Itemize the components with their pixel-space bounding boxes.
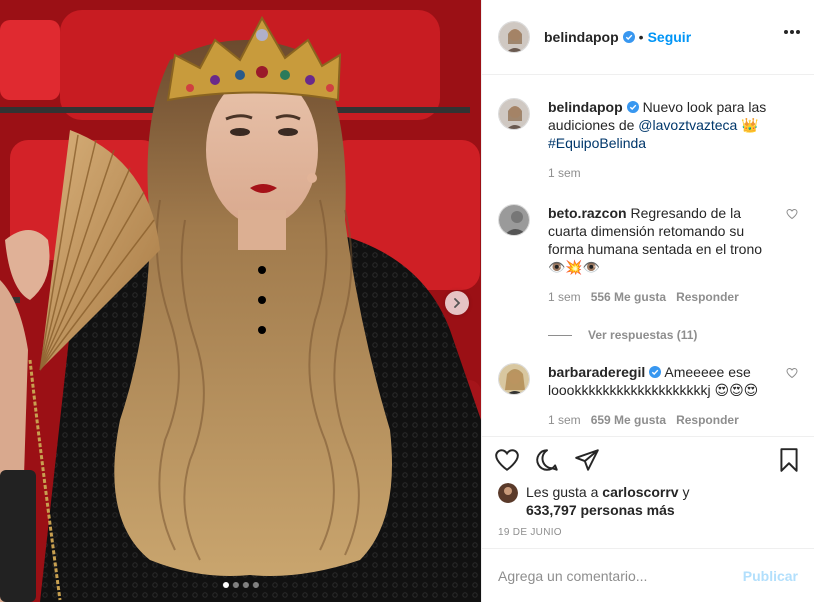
post-photo[interactable] — [0, 0, 481, 602]
add-comment-form: Publicar — [482, 548, 814, 602]
liker-avatar[interactable] — [498, 483, 518, 503]
likes-connector: y — [678, 484, 690, 500]
comment-likes[interactable]: 659 Me gusta — [591, 411, 666, 429]
comment-meta: 1 sem 659 Me gusta Responder — [548, 411, 778, 429]
caption-text: belindapop Nuevo look para las audicione… — [548, 98, 778, 152]
comment-username[interactable]: barbaraderegil — [548, 364, 645, 380]
post-header: belindapop • Seguir — [482, 0, 814, 75]
avatar-image — [499, 22, 529, 52]
publish-button[interactable]: Publicar — [743, 568, 798, 584]
author-avatar[interactable] — [498, 21, 530, 53]
caption-meta: 1 sem — [548, 164, 778, 182]
comment-likes[interactable]: 556 Me gusta — [591, 288, 666, 306]
likes-count[interactable]: 633,797 personas más — [526, 502, 675, 518]
post-actions-section: Les gusta a carloscorrv y 633,797 person… — [482, 436, 814, 538]
avatar-image — [499, 99, 529, 129]
follow-button[interactable]: Seguir — [648, 29, 692, 45]
carousel-dot — [222, 582, 229, 588]
comment-time[interactable]: 1 sem — [548, 411, 581, 429]
verified-badge-icon — [626, 101, 639, 113]
commenter-avatar[interactable] — [498, 363, 530, 395]
reply-button[interactable]: Responder — [676, 411, 739, 429]
dot — [790, 30, 794, 34]
instagram-post-modal: belindapop • Seguir belindapop Nuevo loo… — [0, 0, 814, 602]
view-replies-button[interactable]: Ver respuestas (11) — [548, 328, 697, 342]
caption-avatar[interactable] — [498, 98, 530, 130]
dot — [784, 30, 788, 34]
comment-meta: 1 sem 556 Me gusta Responder — [548, 288, 778, 306]
carousel-dot — [232, 582, 239, 588]
mention-link[interactable]: @lavoztvazteca — [638, 117, 737, 133]
action-bar — [482, 437, 814, 483]
comment-bubble-icon[interactable] — [534, 447, 560, 473]
view-replies-label: Ver respuestas (11) — [588, 328, 698, 342]
caption-emoji: 👑 — [741, 117, 759, 133]
comments-list: belindapop Nuevo look para las audicione… — [482, 76, 814, 436]
replies-divider-line — [548, 334, 572, 336]
caption-body: belindapop Nuevo look para las audicione… — [548, 98, 798, 182]
comment-input[interactable] — [498, 567, 743, 584]
carousel-indicator — [0, 582, 481, 588]
header-separator: • — [638, 29, 644, 45]
comment-item: barbaraderegil Ameeeee ese loookkkkkkkkk… — [498, 363, 798, 429]
carousel-dot — [242, 582, 249, 588]
caption-username[interactable]: belindapop — [548, 99, 623, 115]
avatar-image — [499, 364, 529, 394]
avatar-image — [499, 205, 529, 235]
reply-button[interactable]: Responder — [676, 288, 739, 306]
more-options-icon[interactable] — [784, 30, 800, 34]
like-heart-icon[interactable] — [494, 447, 520, 473]
share-paper-plane-icon[interactable] — [574, 447, 600, 473]
likes-summary: Les gusta a carloscorrv y 633,797 person… — [482, 483, 814, 519]
post-date[interactable]: 19 DE JUNIO — [482, 527, 814, 538]
chevron-right-icon — [454, 298, 461, 308]
caption-time[interactable]: 1 sem — [548, 164, 581, 182]
post-side-panel: belindapop • Seguir belindapop Nuevo loo… — [481, 0, 814, 602]
comment-username[interactable]: beto.razcon — [548, 205, 627, 221]
caption-item: belindapop Nuevo look para las audicione… — [498, 98, 798, 182]
likes-prefix: Les gusta a — [526, 484, 603, 500]
hashtag-link[interactable]: #EquipoBelinda — [548, 135, 646, 151]
verified-badge-icon — [622, 31, 635, 43]
commenter-avatar[interactable] — [498, 204, 530, 236]
like-comment-heart-icon[interactable] — [786, 208, 798, 220]
save-bookmark-icon[interactable] — [776, 447, 802, 473]
author-username[interactable]: belindapop — [544, 29, 619, 45]
post-photo-image — [0, 0, 481, 602]
next-slide-button[interactable] — [445, 291, 469, 315]
dot — [796, 30, 800, 34]
verified-badge-icon — [649, 366, 662, 378]
comment-body: barbaraderegil Ameeeee ese loookkkkkkkkk… — [548, 363, 798, 429]
comment-text: barbaraderegil Ameeeee ese loookkkkkkkkk… — [548, 363, 778, 399]
like-comment-heart-icon[interactable] — [786, 367, 798, 379]
comment-text: beto.razcon Regresando de la cuarta dime… — [548, 204, 778, 276]
liker-username[interactable]: carloscorrv — [602, 484, 678, 500]
comment-body: beto.razcon Regresando de la cuarta dime… — [548, 204, 798, 306]
comment-item: beto.razcon Regresando de la cuarta dime… — [498, 204, 798, 306]
likes-text: Les gusta a carloscorrv y 633,797 person… — [526, 483, 689, 519]
avatar-image — [498, 483, 518, 503]
carousel-dot — [252, 582, 259, 588]
comment-time[interactable]: 1 sem — [548, 288, 581, 306]
